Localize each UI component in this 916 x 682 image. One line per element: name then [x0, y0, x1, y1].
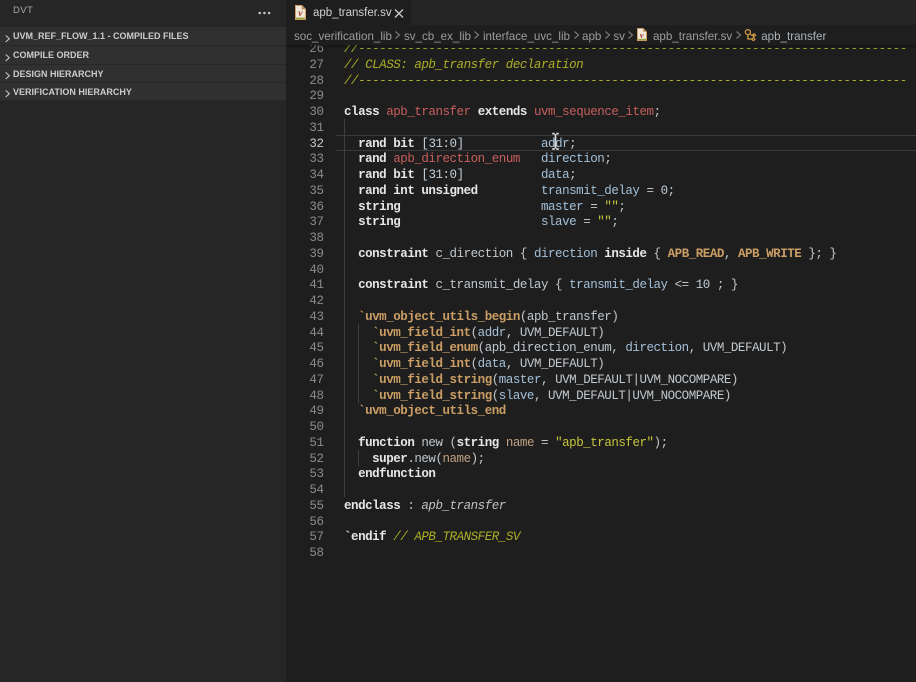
svg-text:v: v	[640, 30, 644, 40]
